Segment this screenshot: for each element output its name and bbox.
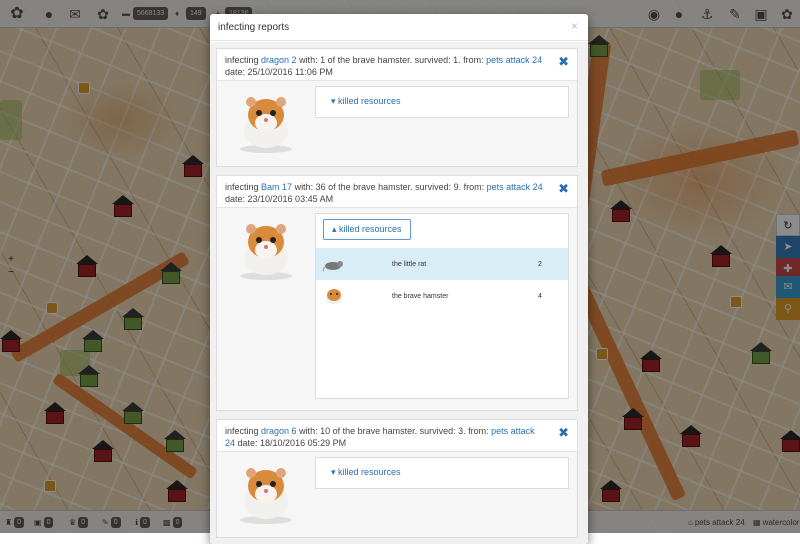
reports-modal: infecting reports × infecting dragon 2 w… [210, 14, 588, 544]
report-card: infecting dragon 6 with: 10 of the brave… [216, 419, 578, 538]
report-card: infecting Bam 17 with: 36 of the brave h… [216, 175, 578, 411]
dismiss-report-icon[interactable]: ✖ [558, 181, 569, 197]
source-link[interactable]: pets attack 24 [486, 55, 542, 65]
report-header: infecting Bam 17 with: 36 of the brave h… [225, 182, 543, 204]
report-body: ▾ killed resources [217, 451, 577, 537]
resource-row[interactable]: the brave hamster 4 [316, 280, 568, 312]
hamster-image [240, 224, 292, 280]
report-body: ▴ killed resources the little rat 2 the … [217, 207, 577, 410]
killed-resources-toggle[interactable]: ▴ killed resources [323, 219, 411, 240]
resource-name: the little rat [392, 260, 427, 268]
resource-row[interactable]: the little rat 2 [316, 248, 568, 280]
resource-count: 2 [538, 260, 542, 268]
dismiss-report-icon[interactable]: ✖ [558, 54, 569, 70]
modal-body[interactable]: infecting dragon 2 with: 1 of the brave … [210, 42, 588, 544]
target-link[interactable]: dragon 2 [261, 55, 297, 65]
resource-name: the brave hamster [392, 292, 449, 300]
source-link[interactable]: pets attack 24 [487, 182, 543, 192]
hamster-image [240, 97, 292, 153]
killed-resources-panel: ▴ killed resources the little rat 2 the … [315, 213, 569, 399]
report-card: infecting dragon 2 with: 1 of the brave … [216, 48, 578, 167]
report-header: infecting dragon 2 with: 1 of the brave … [225, 55, 543, 77]
killed-resources-panel: ▾ killed resources [315, 457, 569, 489]
killed-resources-toggle[interactable]: ▾ killed resources [323, 463, 409, 482]
close-button[interactable]: × [571, 19, 578, 33]
report-date: date: 23/10/2016 03:45 AM [225, 194, 334, 204]
report-date: date: 25/10/2016 11:06 PM [225, 67, 333, 77]
dismiss-report-icon[interactable]: ✖ [558, 425, 569, 441]
hamster-image [240, 468, 292, 524]
report-date: date: 18/10/2016 05:29 PM [235, 438, 347, 448]
modal-header: infecting reports × [210, 14, 588, 41]
report-header: infecting dragon 6 with: 10 of the brave… [225, 426, 535, 448]
target-link[interactable]: Bam 17 [261, 182, 292, 192]
killed-resources-panel: ▾ killed resources [315, 86, 569, 118]
rat-image [322, 261, 343, 272]
target-link[interactable]: dragon 6 [261, 426, 297, 436]
modal-title: infecting reports [218, 22, 290, 33]
report-body: ▾ killed resources [217, 80, 577, 166]
hamster-thumb-image [326, 289, 342, 304]
resource-count: 4 [538, 292, 542, 300]
killed-resources-toggle[interactable]: ▾ killed resources [323, 92, 409, 111]
